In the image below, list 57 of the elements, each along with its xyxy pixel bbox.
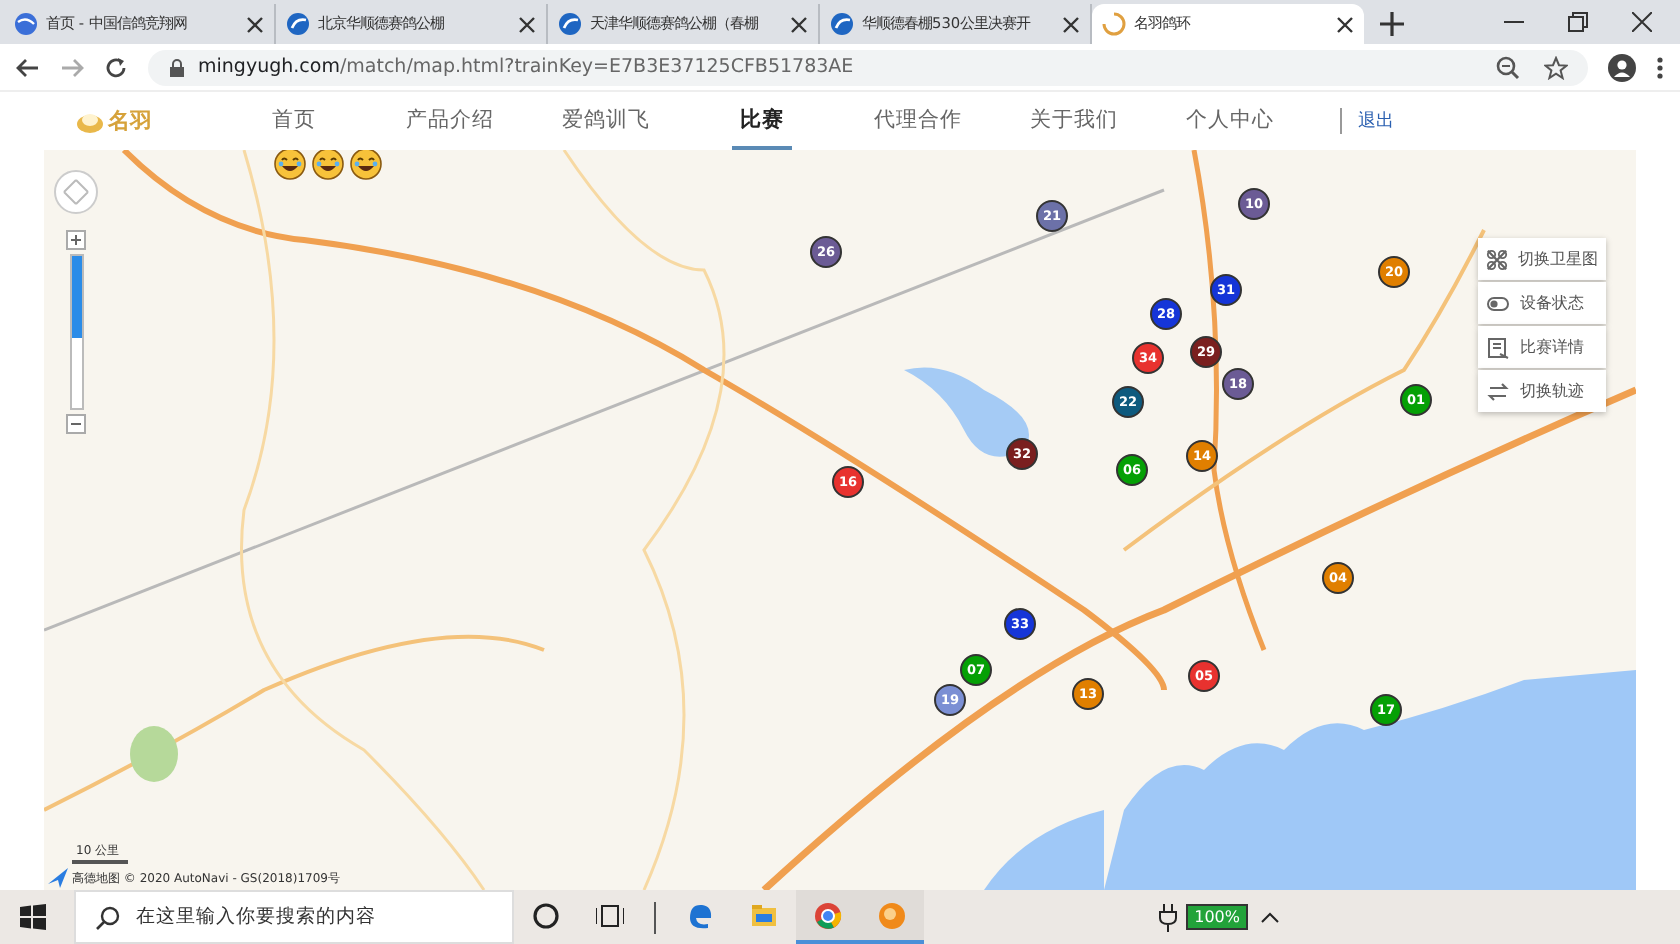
- task-view-icon: [596, 901, 624, 929]
- laughing-face-icon: [312, 150, 344, 180]
- satellite-icon: [1486, 247, 1508, 271]
- close-icon[interactable]: [1632, 12, 1652, 32]
- close-icon[interactable]: [518, 15, 536, 33]
- nav-link[interactable]: 代理合作: [840, 92, 996, 150]
- url-text: mingyugh.com/match/map.html?trainKey=E7B3E37125CFB51783AE: [198, 56, 854, 78]
- windows-icon[interactable]: [20, 904, 46, 930]
- zoom-out-icon[interactable]: [1496, 55, 1520, 79]
- circle-icon: [532, 901, 560, 929]
- restore-icon[interactable]: [1568, 12, 1588, 32]
- star-icon[interactable]: [1544, 55, 1568, 79]
- site-icon: [558, 12, 582, 36]
- laughing-face-icon: [350, 150, 382, 180]
- search-icon: [96, 905, 120, 929]
- site-icon: [830, 12, 854, 36]
- zoom-in-icon[interactable]: [66, 230, 86, 250]
- logout-link[interactable]: 退出: [1340, 108, 1394, 134]
- nav-link[interactable]: 关于我们: [996, 92, 1152, 150]
- map-menu-item[interactable]: 切换轨迹: [1478, 370, 1606, 412]
- close-icon[interactable]: [790, 15, 808, 33]
- plus-icon[interactable]: [1380, 12, 1404, 36]
- more-icon[interactable]: [1656, 55, 1664, 79]
- close-icon[interactable]: [1062, 15, 1080, 33]
- app-icon: [878, 901, 906, 929]
- map-menu-item[interactable]: 切换卫星图: [1478, 238, 1606, 280]
- battery-indicator: 100%: [1186, 904, 1248, 930]
- map-menu-item[interactable]: 设备状态: [1478, 282, 1606, 324]
- document-icon: [1486, 335, 1510, 359]
- zoom-slider[interactable]: [71, 256, 81, 339]
- chrome-icon: [814, 901, 842, 929]
- url-field[interactable]: mingyugh.com/match/map.html?trainKey=E7B3E37125CFB51783AE: [148, 49, 1588, 85]
- back-icon[interactable]: [16, 55, 40, 79]
- spinner-icon: [1102, 12, 1126, 36]
- nav-link[interactable]: 产品介绍: [372, 92, 528, 150]
- site-icon: [14, 12, 38, 36]
- power-plug-icon: [1158, 903, 1179, 931]
- swap-icon: [1486, 379, 1510, 403]
- chevron-up-icon[interactable]: [1260, 909, 1280, 925]
- map-menu-item[interactable]: 比赛详情: [1478, 326, 1606, 368]
- logo-text: 名羽: [108, 106, 152, 136]
- close-icon[interactable]: [1336, 15, 1354, 33]
- lock-icon: [168, 57, 186, 77]
- account-icon[interactable]: [1608, 53, 1636, 81]
- reload-icon[interactable]: [104, 55, 128, 79]
- zoom-out-icon[interactable]: [66, 414, 86, 434]
- toggle-icon: [1486, 291, 1510, 315]
- close-icon[interactable]: [246, 15, 264, 33]
- logo-icon: [76, 108, 104, 134]
- laughing-face-icon: [274, 150, 306, 180]
- search-field[interactable]: 在这里输入你要搜索的内容: [74, 890, 514, 944]
- browser-icon: [686, 901, 714, 929]
- nav-link[interactable]: 首页: [216, 92, 372, 150]
- nav-link[interactable]: 个人中心: [1152, 92, 1308, 150]
- folder-icon: [750, 901, 778, 929]
- site-icon: [286, 12, 310, 36]
- nav-link[interactable]: 爱鸽训飞: [528, 92, 684, 150]
